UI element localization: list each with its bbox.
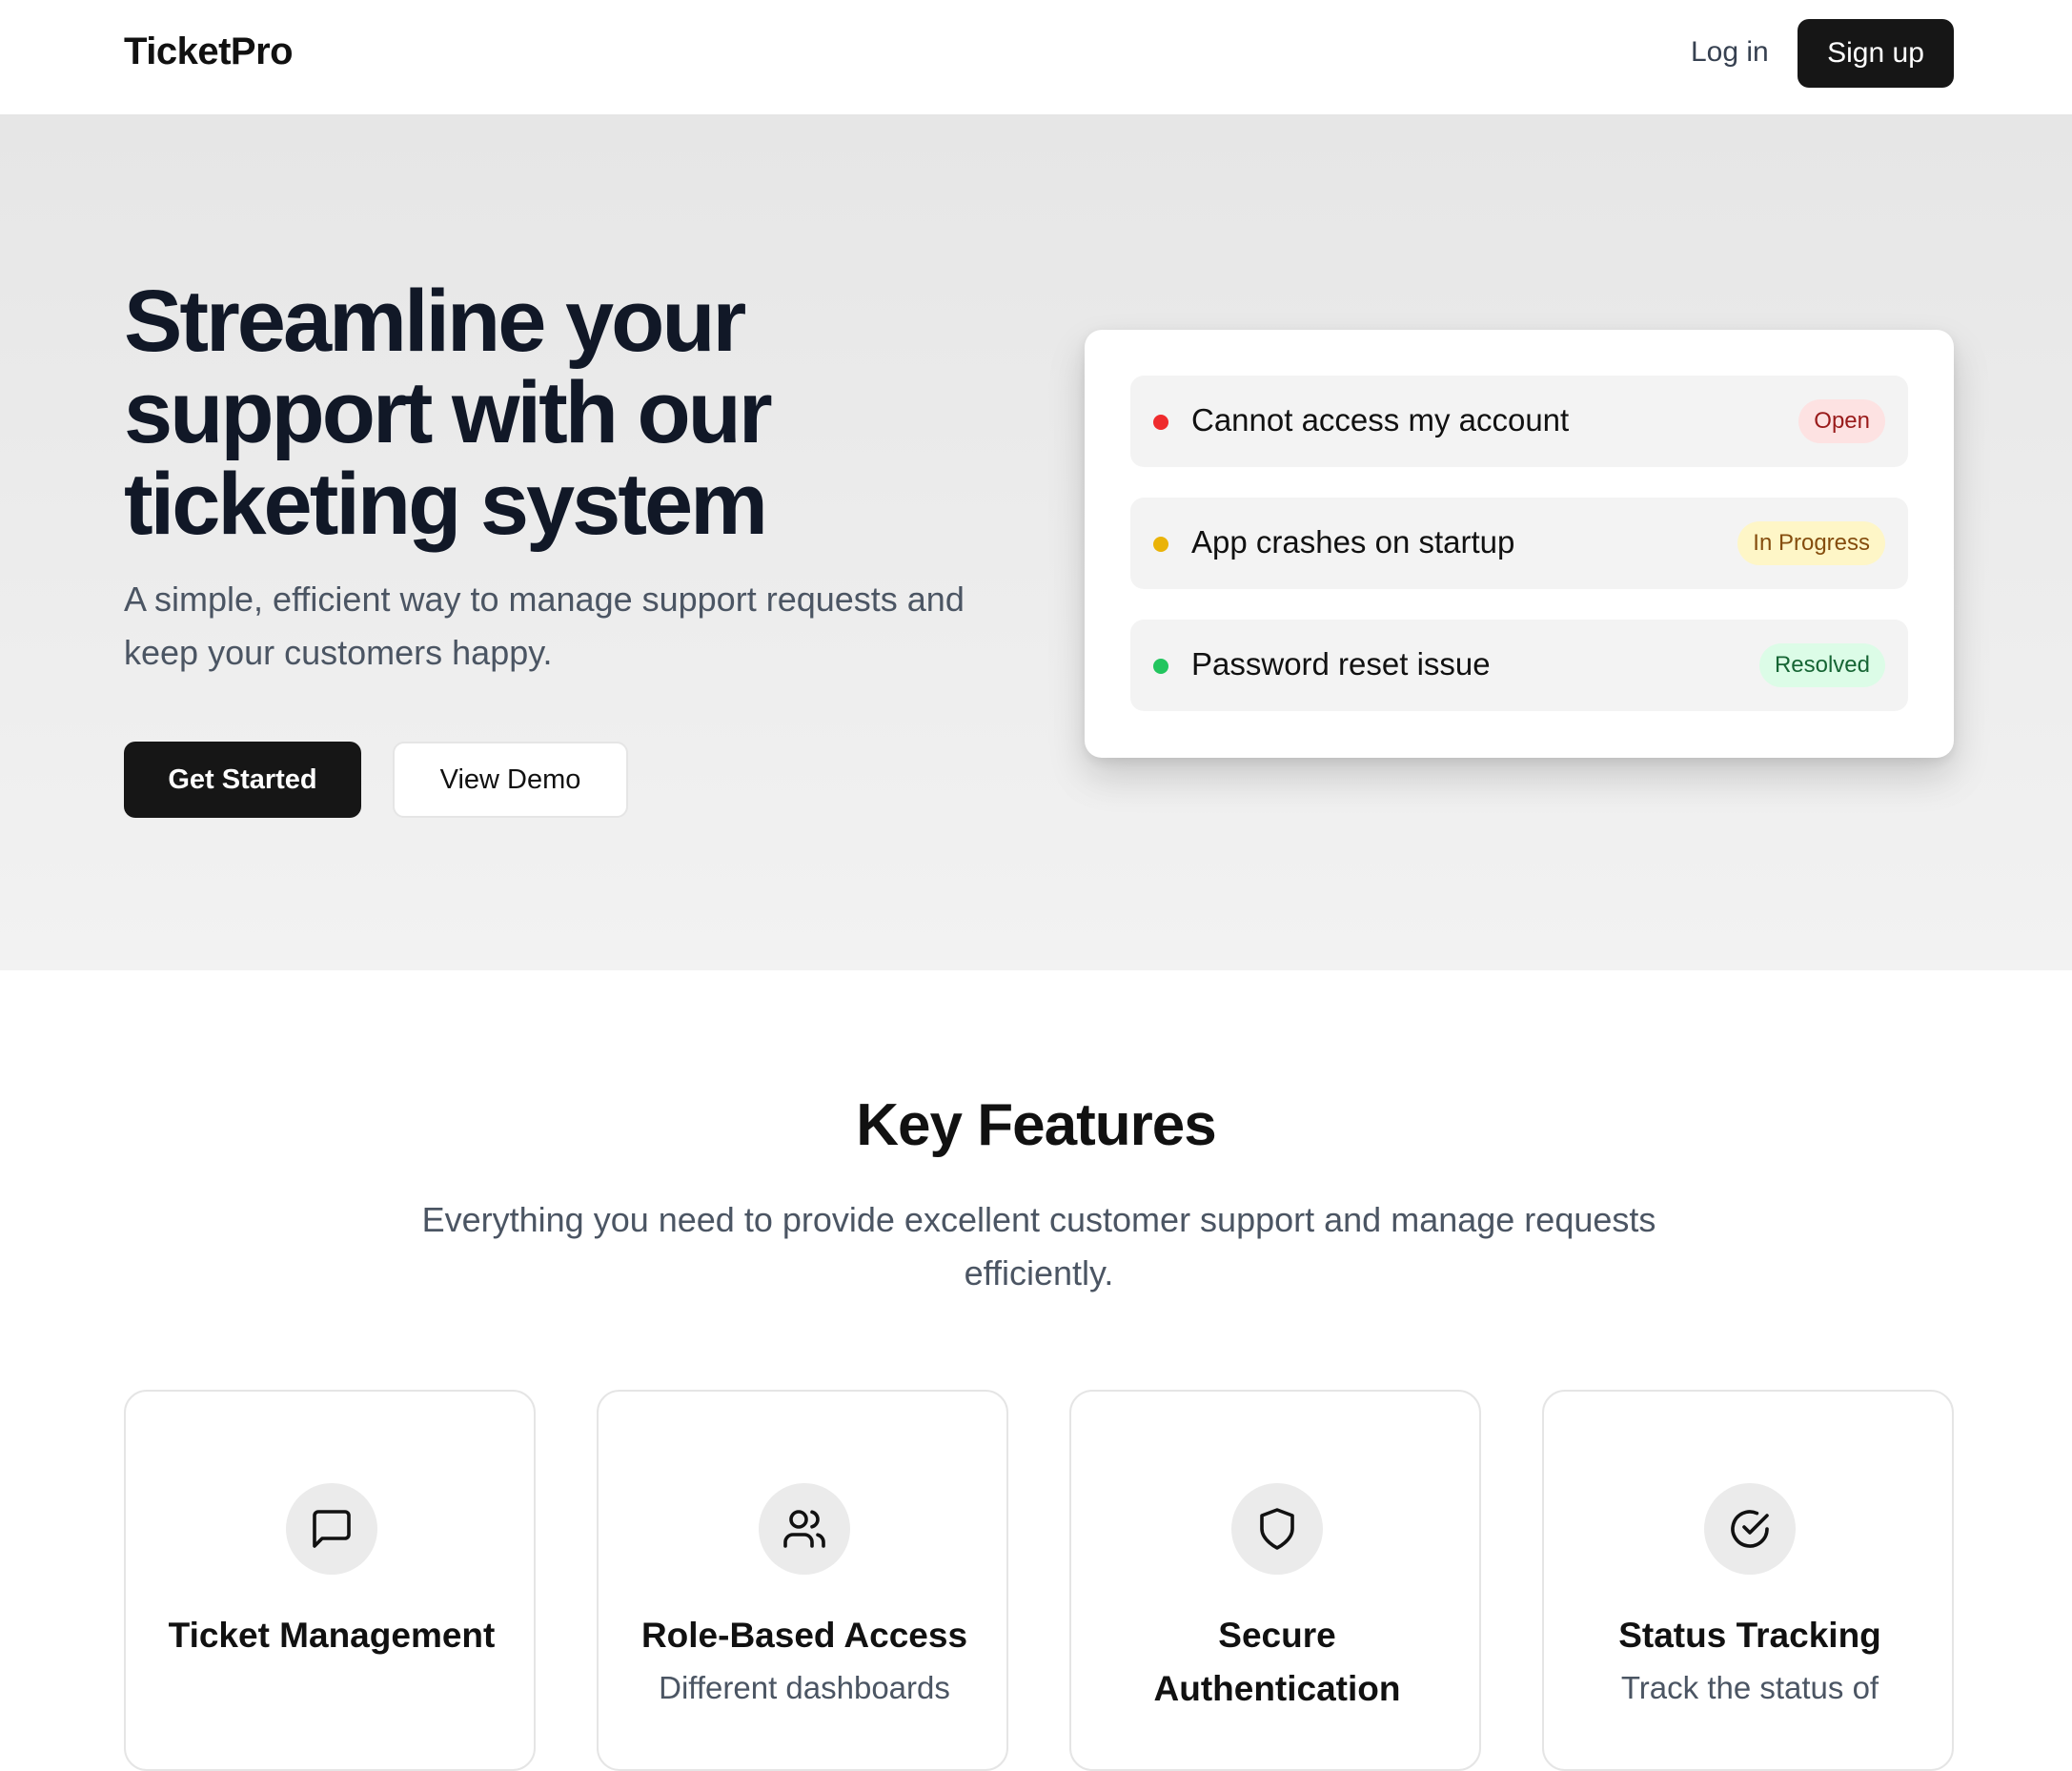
login-link[interactable]: Log in [1691, 36, 1769, 69]
hero-section: Streamline your support with our ticketi… [0, 115, 2072, 970]
signup-button[interactable]: Sign up [1798, 19, 1954, 88]
status-badge: Resolved [1758, 643, 1885, 687]
hero-subtitle: A simple, efficient way to manage suppor… [124, 580, 965, 672]
ticket-item[interactable]: Cannot access my account Open [1130, 376, 1908, 467]
feature-title: Status Tracking [1618, 1616, 1881, 1655]
features-subtitle: Everything you need to provide excellent… [421, 1200, 1656, 1293]
ticket-title: Cannot access my account [1191, 402, 1570, 438]
hero-title: Streamline your support with our ticketi… [124, 273, 773, 553]
check-circle-icon [1704, 1483, 1796, 1575]
ticket-title: Password reset issue [1191, 646, 1491, 682]
top-nav: TicketPro Log in Sign up [0, 0, 2072, 115]
users-icon [759, 1483, 850, 1575]
feature-card-role-based-access: Role-Based Access Different dashboards [597, 1390, 1008, 1771]
feature-card-secure-authentication: Secure Authentication [1069, 1390, 1481, 1771]
get-started-button[interactable]: Get Started [124, 742, 361, 818]
ticket-title: App crashes on startup [1191, 524, 1515, 560]
status-badge: Open [1798, 399, 1885, 443]
status-badge: In Progress [1737, 521, 1885, 565]
status-dot [1153, 659, 1168, 674]
ticket-item[interactable]: Password reset issue Resolved [1130, 620, 1908, 711]
feature-title: Ticket Management [168, 1616, 496, 1655]
feature-title: Secure Authentication [1153, 1616, 1401, 1708]
status-dot [1153, 415, 1168, 430]
feature-description: Track the status of [1620, 1670, 1879, 1705]
feature-title: Role-Based Access [640, 1616, 968, 1655]
message-square-icon [286, 1483, 377, 1575]
ticket-preview-card: Cannot access my account Open App crashe… [1085, 330, 1954, 758]
status-dot [1153, 537, 1168, 552]
shield-icon [1231, 1483, 1323, 1575]
logo[interactable]: TicketPro [124, 31, 294, 73]
feature-description: Different dashboards [659, 1670, 950, 1705]
feature-card-status-tracking: Status Tracking Track the status of [1542, 1390, 1954, 1771]
view-demo-button[interactable]: View Demo [393, 742, 628, 818]
feature-card-ticket-management: Ticket Management [124, 1390, 536, 1771]
ticket-item[interactable]: App crashes on startup In Progress [1130, 498, 1908, 589]
features-title: Key Features [856, 1092, 1216, 1158]
